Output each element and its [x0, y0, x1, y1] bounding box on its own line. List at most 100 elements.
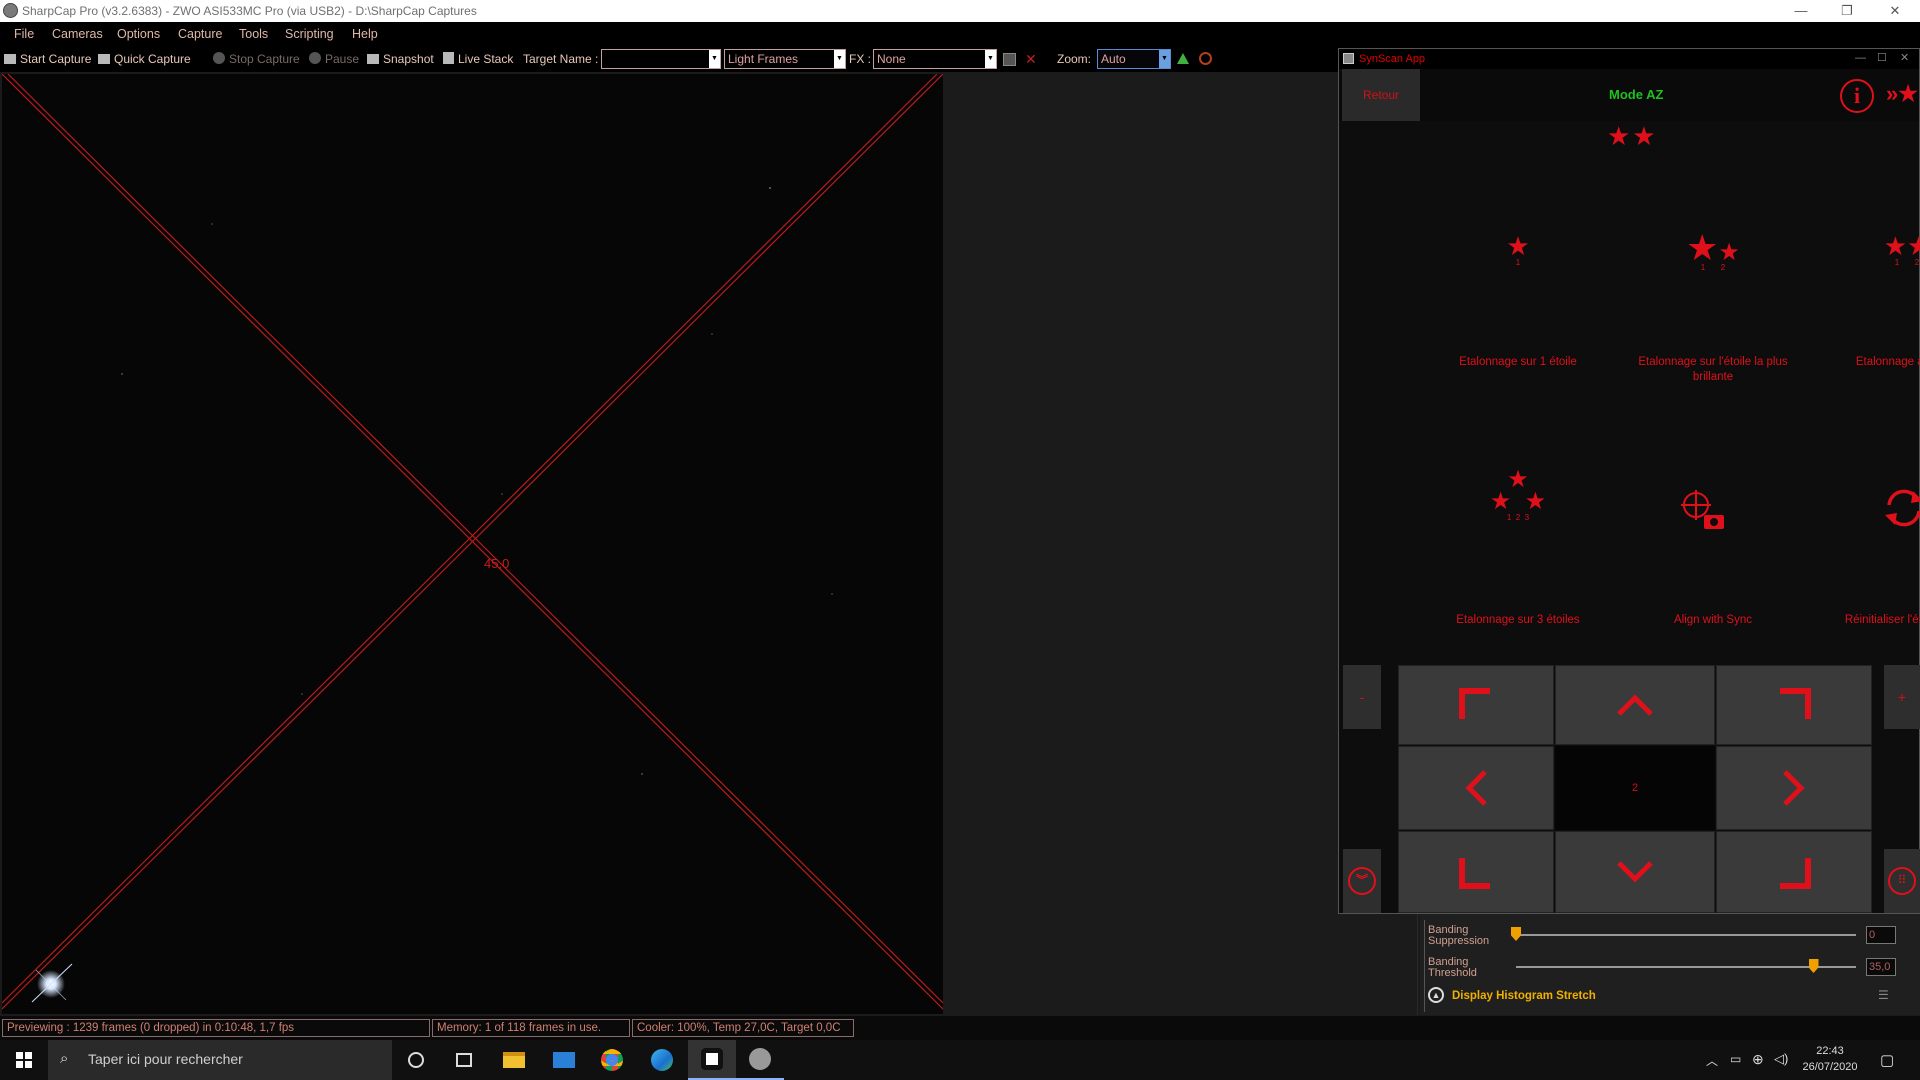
- double-chevron-down-icon: ︾: [1348, 867, 1376, 895]
- info-icon[interactable]: i: [1840, 79, 1874, 113]
- synscan-taskbar-button[interactable]: [736, 1040, 784, 1080]
- restore-button[interactable]: ❐: [1824, 0, 1870, 22]
- window-title: SharpCap Pro (v3.2.6383) - ZWO ASI533MC …: [22, 4, 477, 18]
- menu-options[interactable]: Options: [117, 27, 160, 41]
- memory-status: Memory: 1 of 118 frames in use.: [432, 1019, 630, 1037]
- slew-up-left-button[interactable]: [1398, 665, 1554, 745]
- calibration-1-star[interactable]: [1339, 184, 1919, 185]
- banding-suppression-value[interactable]: 0: [1866, 926, 1896, 944]
- network-icon[interactable]: ⊕: [1752, 1051, 1764, 1068]
- slew-down-left-button[interactable]: [1398, 831, 1554, 913]
- banding-suppression-slider-thumb[interactable]: [1511, 927, 1521, 941]
- synscan-app-icon: [1343, 53, 1354, 64]
- north-star-icon: ★★ 1 2: [1883, 231, 1920, 267]
- slew-right-button[interactable]: [1716, 746, 1872, 830]
- collapse-down-button[interactable]: ︾: [1343, 849, 1381, 913]
- file-explorer-button[interactable]: [490, 1040, 538, 1080]
- banding-threshold-label: Banding Threshold: [1428, 956, 1477, 979]
- keypad-button[interactable]: ⠿: [1884, 849, 1920, 913]
- menu-capture[interactable]: Capture: [178, 27, 222, 41]
- banding-suppression-slider-track[interactable]: [1516, 934, 1856, 936]
- chrome-button[interactable]: [588, 1040, 636, 1080]
- task-view-button[interactable]: [440, 1040, 488, 1080]
- stop-icon: [213, 52, 225, 64]
- sharpcap-taskbar-button[interactable]: [688, 1040, 736, 1080]
- slew-down-button[interactable]: [1555, 831, 1715, 913]
- chevron-down-icon: ▼: [1159, 50, 1170, 68]
- search-placeholder: Taper ici pour rechercher: [88, 1051, 243, 1067]
- edge-button[interactable]: [638, 1040, 686, 1080]
- align-with-sync-label[interactable]: Align with Sync: [1618, 613, 1808, 628]
- banding-threshold-value[interactable]: 35,0: [1866, 958, 1896, 976]
- status-bar: Previewing : 1239 frames (0 dropped) in …: [0, 1016, 1920, 1040]
- crosshair-x-icon[interactable]: ✕: [1025, 51, 1037, 68]
- frame-type-select[interactable]: Light Frames ▼: [724, 49, 846, 69]
- pause-button[interactable]: Pause: [309, 52, 359, 66]
- clock-date[interactable]: 26/07/2020: [1796, 1061, 1864, 1073]
- one-star-icon: ★ 1: [1506, 231, 1530, 267]
- snapshot-icon: [367, 54, 379, 64]
- snapshot-button[interactable]: Snapshot: [367, 52, 434, 66]
- zoom-select[interactable]: Auto ▼: [1097, 49, 1171, 69]
- stack-icon: [443, 52, 454, 64]
- slew-down-right-button[interactable]: [1716, 831, 1872, 913]
- chrome-icon: [601, 1049, 623, 1071]
- menu-cameras[interactable]: Cameras: [52, 27, 103, 41]
- menu-icon[interactable]: ☰: [1878, 988, 1889, 1002]
- menu-help[interactable]: Help: [352, 27, 378, 41]
- slew-up-button[interactable]: [1555, 665, 1715, 745]
- histogram-icon[interactable]: [1177, 53, 1189, 64]
- preview-status: Previewing : 1239 frames (0 dropped) in …: [2, 1019, 430, 1037]
- notifications-icon[interactable]: ▢: [1880, 1051, 1894, 1069]
- close-button[interactable]: ✕: [1872, 0, 1918, 22]
- start-button[interactable]: [0, 1040, 48, 1080]
- fx-select[interactable]: None ▼: [873, 49, 997, 69]
- banding-threshold-slider-thumb[interactable]: [1808, 959, 1819, 973]
- slew-rate-minus-button[interactable]: -: [1343, 665, 1381, 729]
- collapse-icon[interactable]: ▲: [1428, 987, 1444, 1003]
- back-button[interactable]: Retour: [1342, 69, 1420, 121]
- camera-preview-image[interactable]: 45,0: [2, 74, 943, 1014]
- menu-scripting[interactable]: Scripting: [285, 27, 334, 41]
- task-view-icon: [456, 1053, 472, 1067]
- slew-up-right-button[interactable]: [1716, 665, 1872, 745]
- slew-left-button[interactable]: [1398, 746, 1554, 830]
- battery-icon[interactable]: ▭: [1730, 1052, 1741, 1066]
- taskbar-search-box[interactable]: ⌕ Taper ici pour rechercher: [48, 1040, 392, 1080]
- target-name-input[interactable]: ▼: [601, 49, 721, 69]
- three-star-icon: ★ ★ ★ 1 2 3: [1489, 466, 1547, 523]
- display-histogram-stretch-header[interactable]: Display Histogram Stretch: [1452, 990, 1596, 1002]
- synscan-close-button[interactable]: ✕: [1900, 51, 1909, 64]
- mail-button[interactable]: [540, 1040, 588, 1080]
- focus-assist-icon[interactable]: [1199, 52, 1212, 65]
- menu-tools[interactable]: Tools: [239, 27, 268, 41]
- synscan-title-bar: SynScan App — ☐ ✕: [1339, 49, 1919, 69]
- align-sync-icon: [1678, 487, 1728, 538]
- volume-icon[interactable]: ◁): [1774, 1051, 1788, 1067]
- reticle-toggle-icon[interactable]: [1003, 53, 1016, 66]
- calibration-1-star-label[interactable]: Etalonnage sur 1 étoile: [1423, 355, 1613, 370]
- calibration-brightest-star-label[interactable]: Etalonnage sur l'étoile la plus brillant…: [1618, 355, 1808, 385]
- slew-rate-plus-button[interactable]: +: [1884, 665, 1920, 729]
- minimize-button[interactable]: —: [1778, 0, 1824, 22]
- diagonal-crosshair: [2, 74, 943, 1010]
- banding-threshold-slider-track[interactable]: [1516, 966, 1856, 968]
- double-chevron-star-icon[interactable]: »★: [1886, 81, 1918, 107]
- clock-time[interactable]: 22:43: [1800, 1045, 1860, 1057]
- menu-file[interactable]: File: [14, 27, 34, 41]
- calibration-north-label[interactable]: Etalonnage au Nord: [1812, 355, 1920, 370]
- reset-calibration-label[interactable]: Réinitialiser l'étalonnage: [1812, 613, 1920, 628]
- chevron-down-icon: ▼: [985, 50, 996, 68]
- live-stack-button[interactable]: Live Stack: [443, 52, 513, 66]
- tray-overflow-icon[interactable]: ︿: [1706, 1052, 1718, 1069]
- start-capture-button[interactable]: Start Capture: [4, 52, 91, 66]
- menu-bar: File Cameras Options Capture Tools Scrip…: [0, 22, 1920, 46]
- stop-capture-button[interactable]: Stop Capture: [213, 52, 300, 66]
- chevron-down-icon: ▼: [834, 50, 845, 68]
- synscan-maximize-button[interactable]: ☐: [1877, 51, 1887, 64]
- banding-suppression-label: Banding Suppression: [1428, 924, 1490, 947]
- cortana-button[interactable]: [392, 1040, 440, 1080]
- calibration-3-stars-label[interactable]: Etalonnage sur 3 étoiles: [1423, 613, 1613, 628]
- quick-capture-button[interactable]: Quick Capture: [98, 52, 191, 66]
- synscan-minimize-button[interactable]: —: [1855, 52, 1866, 64]
